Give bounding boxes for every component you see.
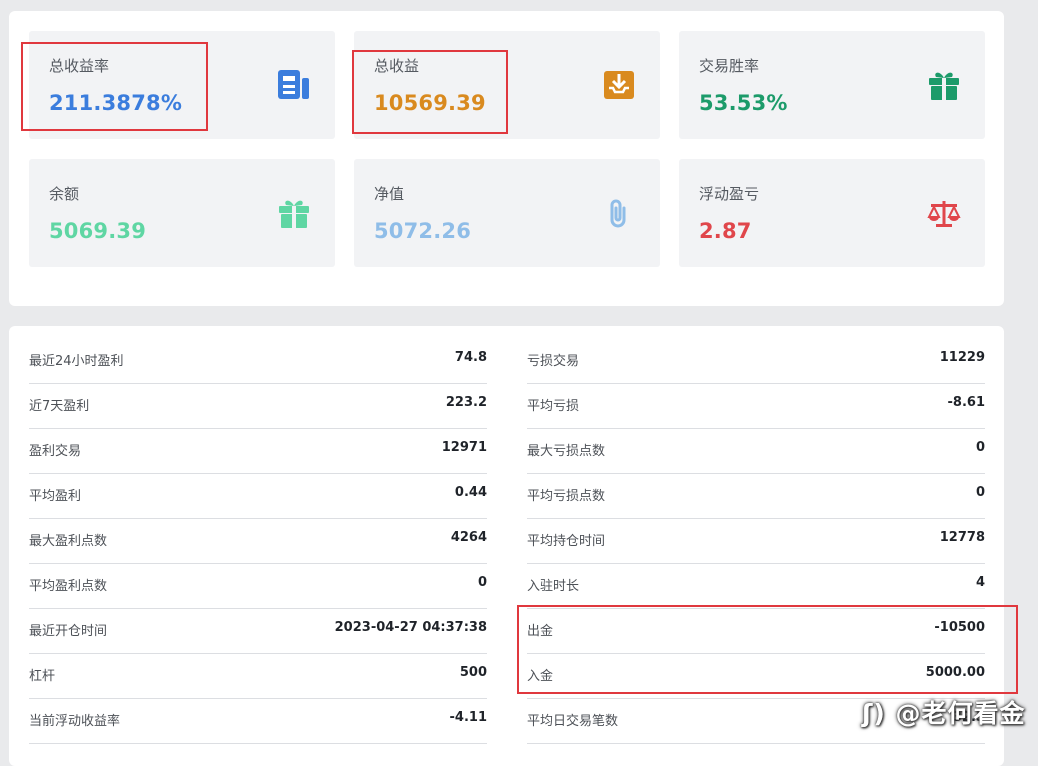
detail-row: 平均持仓时间 12778 bbox=[527, 519, 985, 564]
stats-panel: 总收益率 211.3878% 总收益 10569.39 交易胜率 53.53% bbox=[9, 11, 1004, 306]
detail-label: 出金 bbox=[527, 624, 554, 639]
stat-card-floating-pnl: 浮动盈亏 2.87 bbox=[679, 159, 985, 267]
paperclip-icon bbox=[610, 199, 626, 228]
detail-label: 平均亏损点数 bbox=[527, 489, 606, 504]
detail-value: 12778 bbox=[939, 530, 985, 545]
detail-row: 当前浮动收益率 -4.11 bbox=[29, 699, 487, 744]
detail-row: 最近开仓时间 2023-04-27 04:37:38 bbox=[29, 609, 487, 654]
detail-label: 杠杆 bbox=[29, 669, 56, 684]
detail-value: 11229 bbox=[939, 350, 985, 365]
detail-label: 近7天盈利 bbox=[29, 399, 90, 414]
stat-label: 余额 bbox=[49, 185, 80, 203]
watermark-logo-icon: ʃ) bbox=[862, 699, 886, 728]
details-panel: 最近24小时盈利 74.8 近7天盈利 223.2 盈利交易 12971 平均盈利 0.… bbox=[9, 326, 1004, 766]
stat-label: 总收益 bbox=[374, 57, 420, 75]
detail-label: 盈利交易 bbox=[29, 444, 82, 459]
stat-value: 211.3878% bbox=[49, 91, 183, 115]
detail-value: 0 bbox=[975, 440, 985, 455]
detail-label: 最近24小时盈利 bbox=[29, 354, 124, 369]
detail-value: 223.2 bbox=[445, 395, 487, 410]
detail-label: 最大亏损点数 bbox=[527, 444, 606, 459]
detail-value: 0.44 bbox=[454, 485, 487, 500]
stat-value: 10569.39 bbox=[374, 91, 486, 115]
detail-row: 平均亏损 -8.61 bbox=[527, 384, 985, 429]
detail-row: 盈利交易 12971 bbox=[29, 429, 487, 474]
detail-row: 平均盈利 0.44 bbox=[29, 474, 487, 519]
stat-value: 5069.39 bbox=[49, 219, 147, 243]
detail-row: 最近24小时盈利 74.8 bbox=[29, 339, 487, 384]
stat-value: 5072.26 bbox=[374, 219, 472, 243]
detail-label: 入金 bbox=[527, 669, 554, 684]
detail-label: 入驻时长 bbox=[527, 579, 580, 594]
detail-value: 5000.00 bbox=[925, 665, 985, 680]
detail-label: 平均盈利点数 bbox=[29, 579, 108, 594]
gift-icon bbox=[279, 200, 309, 228]
stat-value: 2.87 bbox=[699, 219, 752, 243]
details-left-column: 最近24小时盈利 74.8 近7天盈利 223.2 盈利交易 12971 平均盈利 0.… bbox=[29, 339, 487, 744]
stat-label: 交易胜率 bbox=[699, 57, 760, 75]
detail-row: 最大盈利点数 4264 bbox=[29, 519, 487, 564]
detail-value: 74.8 bbox=[454, 350, 487, 365]
stat-card-win-rate: 交易胜率 53.53% bbox=[679, 31, 985, 139]
detail-value: -4.11 bbox=[449, 710, 487, 725]
detail-row: 出金 -10500 bbox=[527, 609, 985, 654]
gift-icon bbox=[929, 72, 959, 100]
detail-row: 平均亏损点数 0 bbox=[527, 474, 985, 519]
detail-value: 500 bbox=[459, 665, 487, 680]
download-tray-icon bbox=[604, 71, 634, 99]
detail-value: 0 bbox=[975, 485, 985, 500]
stat-card-balance: 余额 5069.39 bbox=[29, 159, 335, 267]
detail-value: -8.61 bbox=[947, 395, 985, 410]
details-right-column: 亏损交易 11229 平均亏损 -8.61 最大亏损点数 0 平均亏损点数 0 平均持仓… bbox=[527, 339, 985, 744]
detail-row: 入金 5000.00 bbox=[527, 654, 985, 699]
detail-row: 杠杆 500 bbox=[29, 654, 487, 699]
stat-label: 净值 bbox=[374, 185, 405, 203]
detail-label: 平均亏损 bbox=[527, 399, 580, 414]
watermark: ʃ) @老何看金 bbox=[862, 694, 1026, 730]
detail-row: 亏损交易 11229 bbox=[527, 339, 985, 384]
detail-label: 亏损交易 bbox=[527, 354, 580, 369]
stat-card-total-profit: 总收益 10569.39 bbox=[354, 31, 660, 139]
document-icon bbox=[278, 70, 309, 99]
detail-row: 最大亏损点数 0 bbox=[527, 429, 985, 474]
detail-row: 近7天盈利 223.2 bbox=[29, 384, 487, 429]
detail-label: 平均盈利 bbox=[29, 489, 82, 504]
detail-label: 平均日交易笔数 bbox=[527, 714, 619, 729]
stat-card-equity: 净值 5072.26 bbox=[354, 159, 660, 267]
detail-value: 2023-04-27 04:37:38 bbox=[334, 620, 487, 635]
detail-value: -10500 bbox=[934, 620, 985, 635]
stat-value: 53.53% bbox=[699, 91, 788, 115]
detail-label: 最近开仓时间 bbox=[29, 624, 108, 639]
stat-card-total-return-rate: 总收益率 211.3878% bbox=[29, 31, 335, 139]
detail-row: 平均盈利点数 0 bbox=[29, 564, 487, 609]
detail-value: 4 bbox=[975, 575, 985, 590]
detail-label: 当前浮动收益率 bbox=[29, 714, 121, 729]
detail-value: 12971 bbox=[441, 440, 487, 455]
detail-label: 平均持仓时间 bbox=[527, 534, 606, 549]
detail-value: 4264 bbox=[450, 530, 487, 545]
stat-label: 总收益率 bbox=[49, 57, 110, 75]
balance-scale-icon bbox=[927, 201, 961, 227]
detail-row: 入驻时长 4 bbox=[527, 564, 985, 609]
detail-value: 0 bbox=[477, 575, 487, 590]
watermark-text: @老何看金 bbox=[895, 699, 1026, 728]
stat-label: 浮动盈亏 bbox=[699, 185, 760, 203]
detail-label: 最大盈利点数 bbox=[29, 534, 108, 549]
